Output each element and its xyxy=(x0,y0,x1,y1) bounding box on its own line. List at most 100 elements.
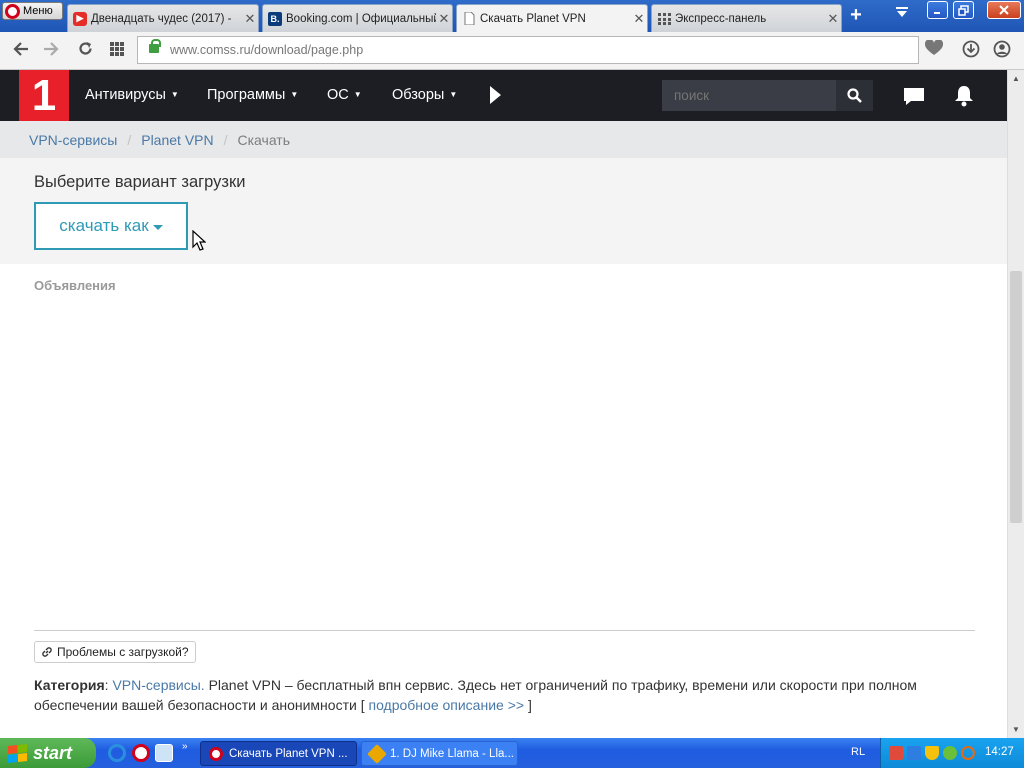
category-description: Категория: VPN-сервисы. Planet VPN – бес… xyxy=(34,677,917,713)
heart-icon[interactable] xyxy=(923,39,945,62)
download-as-button[interactable]: скачать как xyxy=(34,202,188,250)
search-tray-icon[interactable] xyxy=(961,746,975,760)
browser-tab-strip: Меню ▶ Двенадцать чудес (2017) - ✕ B. Bo… xyxy=(0,0,1024,32)
close-tab-icon[interactable]: ✕ xyxy=(436,11,452,27)
forward-icon[interactable] xyxy=(40,40,62,62)
url-field[interactable]: www.comss.ru/download/page.php xyxy=(137,36,919,64)
close-tab-icon[interactable]: ✕ xyxy=(825,11,841,27)
close-tab-icon[interactable]: ✕ xyxy=(631,11,647,27)
task-opera-window[interactable]: Скачать Planet VPN ... xyxy=(200,741,357,766)
search-button[interactable] xyxy=(836,80,873,111)
chevron-down-icon: ▼ xyxy=(290,90,299,99)
tray-app-icon[interactable] xyxy=(907,746,921,760)
site-search-input[interactable] xyxy=(662,80,836,111)
task-label: 1. DJ Mike Llama - Lla... xyxy=(390,747,514,760)
tab-menu-icon[interactable] xyxy=(892,6,912,26)
site-header: 1 Антивирусы ▼ Программы ▼ ОС ▼ Обзоры ▼ xyxy=(0,70,1007,121)
search-icon xyxy=(847,88,862,103)
nav-antivirus[interactable]: Антивирусы ▼ xyxy=(85,87,179,103)
tab-title: Booking.com | Официальный xyxy=(286,12,436,25)
tab-youtube[interactable]: ▶ Двенадцать чудес (2017) - ✕ xyxy=(67,4,259,32)
download-icon[interactable] xyxy=(960,40,982,62)
booking-icon: B. xyxy=(268,11,282,26)
tab-booking[interactable]: B. Booking.com | Официальный ✕ xyxy=(262,4,453,32)
bracket-close: ] xyxy=(524,697,532,713)
breadcrumb-vpn-services[interactable]: VPN-сервисы xyxy=(29,132,117,148)
reload-icon[interactable] xyxy=(74,40,96,62)
tab-title: Экспресс-панель xyxy=(675,12,767,25)
system-tray: 14:27 xyxy=(880,738,1024,768)
nav-label: Программы xyxy=(207,87,286,103)
nav-label: Обзоры xyxy=(392,87,445,103)
page-icon xyxy=(462,12,476,26)
site-logo[interactable]: 1 xyxy=(19,70,69,121)
link-icon xyxy=(42,647,52,657)
security-tray-icon[interactable] xyxy=(943,746,957,760)
close-tab-icon[interactable]: ✕ xyxy=(242,11,258,27)
divider xyxy=(34,630,975,631)
desktop-icon[interactable] xyxy=(155,744,173,762)
tab-title: Двенадцать чудес (2017) - xyxy=(91,12,232,25)
minimize-button[interactable] xyxy=(927,1,948,19)
back-icon[interactable] xyxy=(10,40,32,62)
scroll-up-arrow-icon[interactable]: ▲ xyxy=(1008,70,1024,87)
language-indicator[interactable]: RL xyxy=(851,746,865,758)
mouse-cursor-icon xyxy=(192,229,207,256)
internet-explorer-icon[interactable] xyxy=(108,744,126,762)
account-icon[interactable] xyxy=(991,40,1013,62)
task-winamp[interactable]: 1. DJ Mike Llama - Lla... xyxy=(361,741,518,766)
windows-logo-icon xyxy=(8,743,27,763)
start-label: start xyxy=(33,742,73,763)
nav-more-arrow-icon[interactable] xyxy=(490,86,501,104)
youtube-icon: ▶ xyxy=(73,11,87,26)
opera-icon xyxy=(209,746,223,761)
lock-icon xyxy=(149,39,161,53)
breadcrumb-current: Скачать xyxy=(237,131,291,148)
chevron-down-icon: ▼ xyxy=(449,90,458,99)
start-button[interactable]: start xyxy=(0,738,96,768)
network-icon[interactable] xyxy=(889,746,903,760)
bell-icon[interactable] xyxy=(954,85,974,112)
chevron-down-icon: ▼ xyxy=(353,90,362,99)
download-as-label: скачать как xyxy=(59,216,149,235)
chat-icon[interactable] xyxy=(903,87,925,111)
screen: Меню ▶ Двенадцать чудес (2017) - ✕ B. Bo… xyxy=(0,0,1024,768)
winamp-icon xyxy=(367,743,387,764)
page-scrollbar[interactable]: ▲ ▼ xyxy=(1007,70,1024,738)
shield-icon[interactable] xyxy=(925,746,939,760)
download-problems-label: Проблемы с загрузкой? xyxy=(57,645,189,659)
address-toolbar: www.comss.ru/download/page.php xyxy=(0,32,1024,70)
opera-logo-icon xyxy=(5,3,20,19)
taskbar: start » Скачать Planet VPN ... 1. DJ Mik… xyxy=(0,738,1024,768)
quicklaunch-more-icon[interactable]: » xyxy=(182,741,188,752)
download-options-title: Выберите вариант загрузки xyxy=(34,173,246,191)
web-page: 1 Антивирусы ▼ Программы ▼ ОС ▼ Обзоры ▼ VPN… xyxy=(0,70,1007,738)
download-problems-button[interactable]: Проблемы с загрузкой? xyxy=(34,641,196,663)
breadcrumb: VPN-сервисы / Planet VPN / Скачать xyxy=(0,121,1007,158)
breadcrumb-separator: / xyxy=(127,131,132,148)
scroll-down-arrow-icon[interactable]: ▼ xyxy=(1008,721,1024,738)
speed-dial-grid-icon[interactable] xyxy=(106,40,128,62)
nav-reviews[interactable]: Обзоры ▼ xyxy=(392,87,457,103)
menu-label: Меню xyxy=(23,5,53,17)
scrollbar-thumb[interactable] xyxy=(1010,271,1022,523)
tab-planet-vpn[interactable]: Скачать Planet VPN ✕ xyxy=(456,4,648,32)
new-tab-button[interactable]: + xyxy=(846,5,866,26)
close-window-button[interactable] xyxy=(987,1,1021,19)
nav-programs[interactable]: Программы ▼ xyxy=(207,87,298,103)
clock: 14:27 xyxy=(985,746,1014,758)
opera-menu-button[interactable]: Меню xyxy=(2,2,63,20)
breadcrumb-planet-vpn[interactable]: Planet VPN xyxy=(141,132,213,148)
opera-quicklaunch-icon[interactable] xyxy=(132,744,150,762)
chevron-down-icon: ▼ xyxy=(170,90,179,99)
grid-icon xyxy=(657,12,671,26)
tab-express-panel[interactable]: Экспресс-панель ✕ xyxy=(651,4,842,32)
breadcrumb-separator: / xyxy=(223,131,228,148)
task-label: Скачать Planet VPN ... xyxy=(229,747,348,760)
category-link[interactable]: VPN-сервисы. xyxy=(112,677,204,693)
restore-button[interactable] xyxy=(953,1,974,19)
url-text: www.comss.ru/download/page.php xyxy=(170,43,364,57)
ads-label: Объявления xyxy=(34,278,116,293)
nav-os[interactable]: ОС ▼ xyxy=(327,87,362,103)
more-details-link[interactable]: подробное описание >> xyxy=(368,697,524,713)
